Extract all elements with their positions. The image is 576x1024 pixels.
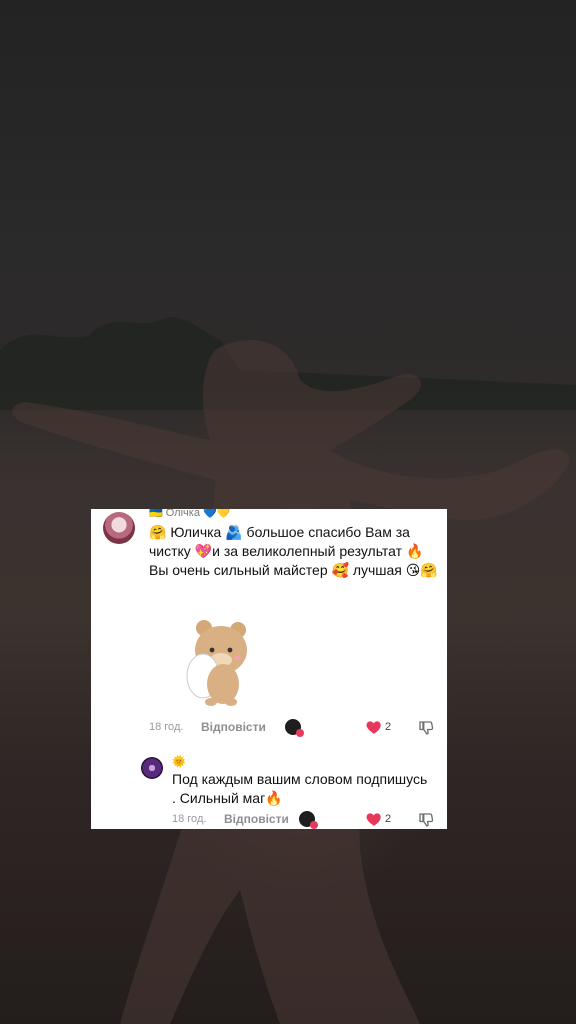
reply-meta-row: 18 год. Відповісти 2 — [172, 811, 439, 829]
reply-like-button[interactable]: 2 — [365, 810, 399, 828]
heart-icon — [366, 721, 381, 734]
reply-like-count: 2 — [385, 813, 392, 825]
thumbs-down-icon[interactable] — [417, 811, 435, 829]
comment-meta-row: 18 год. Відповісти 2 — [149, 719, 439, 737]
reply-timestamp: 18 год. — [172, 813, 207, 825]
like-button[interactable]: 2 — [365, 718, 399, 736]
commenter-username[interactable]: 🇺🇦 Олічка 💙💛 — [149, 509, 230, 519]
reply-text: Под каждым вашим словом подпишусь . Силь… — [172, 771, 428, 806]
reply-to-reply-button[interactable]: Відповісти — [224, 812, 289, 826]
comment-text: 🤗 Юличка 🫂 большое спасибо Вам за чистку… — [149, 524, 438, 578]
comment-card: 🇺🇦 Олічка 💙💛 🤗 Юличка 🫂 большое спасибо … — [91, 509, 447, 829]
reply-button[interactable]: Відповісти — [201, 720, 266, 734]
thumbs-down-icon[interactable] — [417, 719, 435, 737]
reply-username[interactable]: 🌞 — [172, 755, 186, 768]
heart-icon — [366, 813, 381, 826]
comment-timestamp: 18 год. — [149, 721, 184, 733]
creator-liked-badge-icon — [299, 811, 318, 829]
like-count: 2 — [385, 721, 392, 733]
commenter-avatar[interactable] — [103, 512, 135, 544]
bear-hug-sticker — [186, 620, 247, 706]
reply-avatar[interactable] — [141, 757, 163, 779]
creator-liked-badge-icon — [285, 719, 304, 737]
